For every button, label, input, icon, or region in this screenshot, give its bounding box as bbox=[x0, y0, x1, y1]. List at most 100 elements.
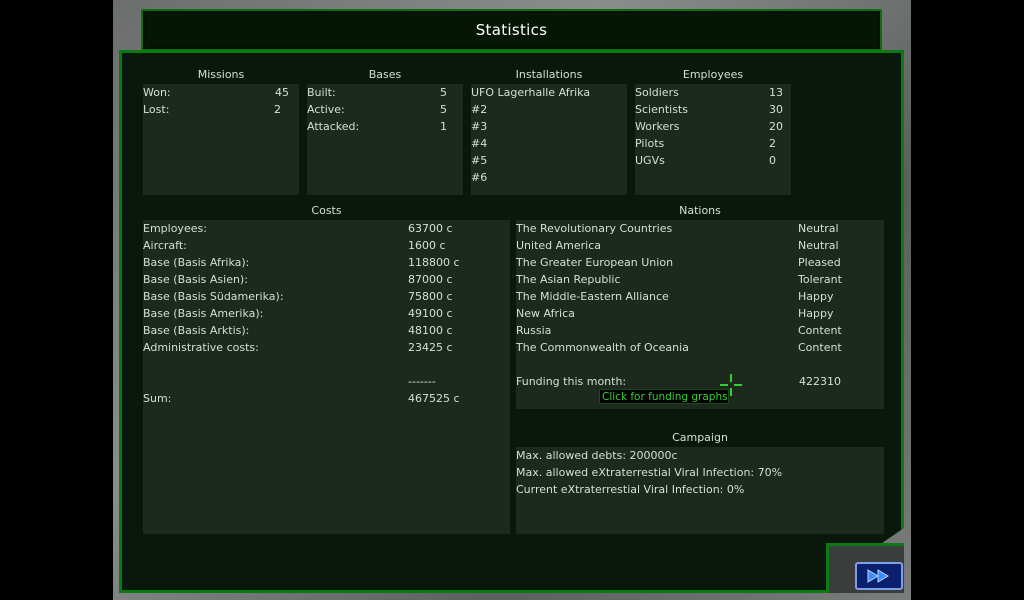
employees-workers-row: Workers 20 bbox=[635, 118, 791, 135]
nation-row: Russia Content bbox=[516, 322, 884, 339]
employees-pilots-row: Pilots 2 bbox=[635, 135, 791, 152]
nations-box[interactable]: The Revolutionary Countries Neutral Unit… bbox=[516, 220, 884, 409]
missions-won-label: Won: bbox=[143, 86, 171, 99]
employees-ugvs-row: UGVs 0 bbox=[635, 152, 791, 169]
cost-row: Aircraft: 1600 c bbox=[143, 237, 510, 254]
cost-separator: ------- bbox=[408, 375, 436, 388]
cost-value: 48100 c bbox=[408, 324, 453, 337]
cost-row: Base (Basis Afrika): 118800 c bbox=[143, 254, 510, 271]
employees-title: Employees bbox=[682, 68, 744, 81]
employees-workers-label: Workers bbox=[635, 120, 680, 133]
cost-separator-row: ------- bbox=[143, 373, 510, 390]
nation-mood: Happy bbox=[798, 290, 834, 303]
cost-value: 49100 c bbox=[408, 307, 453, 320]
cost-label: Base (Basis Amerika): bbox=[143, 307, 264, 320]
employees-box: Soldiers 13 Scientists 30 Workers 20 Pil… bbox=[635, 84, 791, 195]
employees-soldiers-value: 13 bbox=[769, 86, 783, 99]
installation-item[interactable]: UFO Lagerhalle Afrika bbox=[471, 84, 627, 101]
nation-row: The Commonwealth of Oceania Content bbox=[516, 339, 884, 356]
cost-value: 23425 c bbox=[408, 341, 453, 354]
installation-item[interactable]: #4 bbox=[471, 135, 627, 152]
employees-soldiers-label: Soldiers bbox=[635, 86, 679, 99]
employees-ugvs-label: UGVs bbox=[635, 154, 665, 167]
campaign-title: Campaign bbox=[672, 431, 728, 444]
missions-box: Won: 45 Lost: 2 bbox=[143, 84, 299, 195]
nation-row: The Revolutionary Countries Neutral bbox=[516, 220, 884, 237]
missions-title: Missions bbox=[197, 68, 245, 81]
bases-title: Bases bbox=[368, 68, 402, 81]
missions-lost-value: 2 bbox=[274, 103, 281, 116]
bases-box: Built: 5 Active: 5 Attacked: 1 bbox=[307, 84, 463, 195]
campaign-box: Max. allowed debts: 200000c Max. allowed… bbox=[516, 447, 884, 534]
cost-sum-value: 467525 c bbox=[408, 392, 460, 405]
next-button[interactable] bbox=[855, 562, 903, 590]
cost-value: 63700 c bbox=[408, 222, 453, 235]
installations-box: UFO Lagerhalle Afrika #2 #3 #4 #5 #6 bbox=[471, 84, 627, 195]
funding-tooltip: Click for funding graphs bbox=[599, 389, 729, 404]
missions-won-row: Won: 45 bbox=[143, 84, 299, 101]
nation-mood: Content bbox=[798, 324, 842, 337]
cost-label: Aircraft: bbox=[143, 239, 187, 252]
costs-title: Costs bbox=[311, 204, 342, 217]
nation-mood: Neutral bbox=[798, 222, 839, 235]
cost-row: Base (Basis Südamerika): 75800 c bbox=[143, 288, 510, 305]
employees-ugvs-value: 0 bbox=[769, 154, 776, 167]
nation-name: The Asian Republic bbox=[516, 273, 621, 286]
funding-value: 422310 bbox=[799, 375, 841, 388]
nation-name: The Greater European Union bbox=[516, 256, 674, 269]
costs-box: Employees: 63700 c Aircraft: 1600 c Base… bbox=[143, 220, 510, 534]
bases-built-value: 5 bbox=[440, 86, 447, 99]
cost-label: Employees: bbox=[143, 222, 207, 235]
missions-lost-row: Lost: 2 bbox=[143, 101, 299, 118]
cost-label: Base (Basis Südamerika): bbox=[143, 290, 284, 303]
campaign-line: Max. allowed eXtraterrestial Viral Infec… bbox=[516, 466, 783, 479]
cost-row: Base (Basis Amerika): 49100 c bbox=[143, 305, 510, 322]
employees-scientists-row: Scientists 30 bbox=[635, 101, 791, 118]
nation-row: The Greater European Union Pleased bbox=[516, 254, 884, 271]
cost-value: 87000 c bbox=[408, 273, 453, 286]
nation-row: The Middle-Eastern Alliance Happy bbox=[516, 288, 884, 305]
page-title: Statistics bbox=[475, 21, 548, 39]
cost-label: Administrative costs: bbox=[143, 341, 259, 354]
nation-mood: Pleased bbox=[798, 256, 841, 269]
cost-sum-row: Sum: 467525 c bbox=[143, 390, 510, 407]
campaign-line: Current eXtraterrestial Viral Infection:… bbox=[516, 483, 745, 496]
cost-label: Base (Basis Asien): bbox=[143, 273, 248, 286]
cost-row: Base (Basis Arktis): 48100 c bbox=[143, 322, 510, 339]
nation-mood: Neutral bbox=[798, 239, 839, 252]
missions-lost-label: Lost: bbox=[143, 103, 170, 116]
nation-mood: Happy bbox=[798, 307, 834, 320]
installation-item[interactable]: #6 bbox=[471, 169, 627, 186]
nation-row: United America Neutral bbox=[516, 237, 884, 254]
nation-name: United America bbox=[516, 239, 602, 252]
campaign-line: Max. allowed debts: 200000c bbox=[516, 449, 678, 462]
installation-item[interactable]: #2 bbox=[471, 101, 627, 118]
bases-attacked-label: Attacked: bbox=[307, 120, 360, 133]
employees-scientists-value: 30 bbox=[769, 103, 783, 116]
bases-active-row: Active: 5 bbox=[307, 101, 463, 118]
installation-item[interactable]: #5 bbox=[471, 152, 627, 169]
nation-name: The Revolutionary Countries bbox=[516, 222, 673, 235]
bases-built-label: Built: bbox=[307, 86, 336, 99]
funding-row[interactable]: Funding this month: 422310 bbox=[516, 373, 884, 390]
bases-active-label: Active: bbox=[307, 103, 345, 116]
bases-active-value: 5 bbox=[440, 103, 447, 116]
nation-name: Russia bbox=[516, 324, 552, 337]
cost-value: 1600 c bbox=[408, 239, 446, 252]
funding-label: Funding this month: bbox=[516, 375, 627, 388]
installation-item[interactable]: #3 bbox=[471, 118, 627, 135]
cost-value: 75800 c bbox=[408, 290, 453, 303]
bases-attacked-row: Attacked: 1 bbox=[307, 118, 463, 135]
installations-title: Installations bbox=[515, 68, 583, 81]
nation-name: New Africa bbox=[516, 307, 575, 320]
nation-name: The Middle-Eastern Alliance bbox=[516, 290, 669, 303]
cost-label: Base (Basis Arktis): bbox=[143, 324, 250, 337]
employees-workers-value: 20 bbox=[769, 120, 783, 133]
cost-sum-label: Sum: bbox=[143, 392, 172, 405]
nation-row: The Asian Republic Tolerant bbox=[516, 271, 884, 288]
cost-value: 118800 c bbox=[408, 256, 460, 269]
employees-pilots-label: Pilots bbox=[635, 137, 665, 150]
fast-forward-icon bbox=[867, 569, 889, 583]
employees-pilots-value: 2 bbox=[769, 137, 776, 150]
employees-soldiers-row: Soldiers 13 bbox=[635, 84, 791, 101]
